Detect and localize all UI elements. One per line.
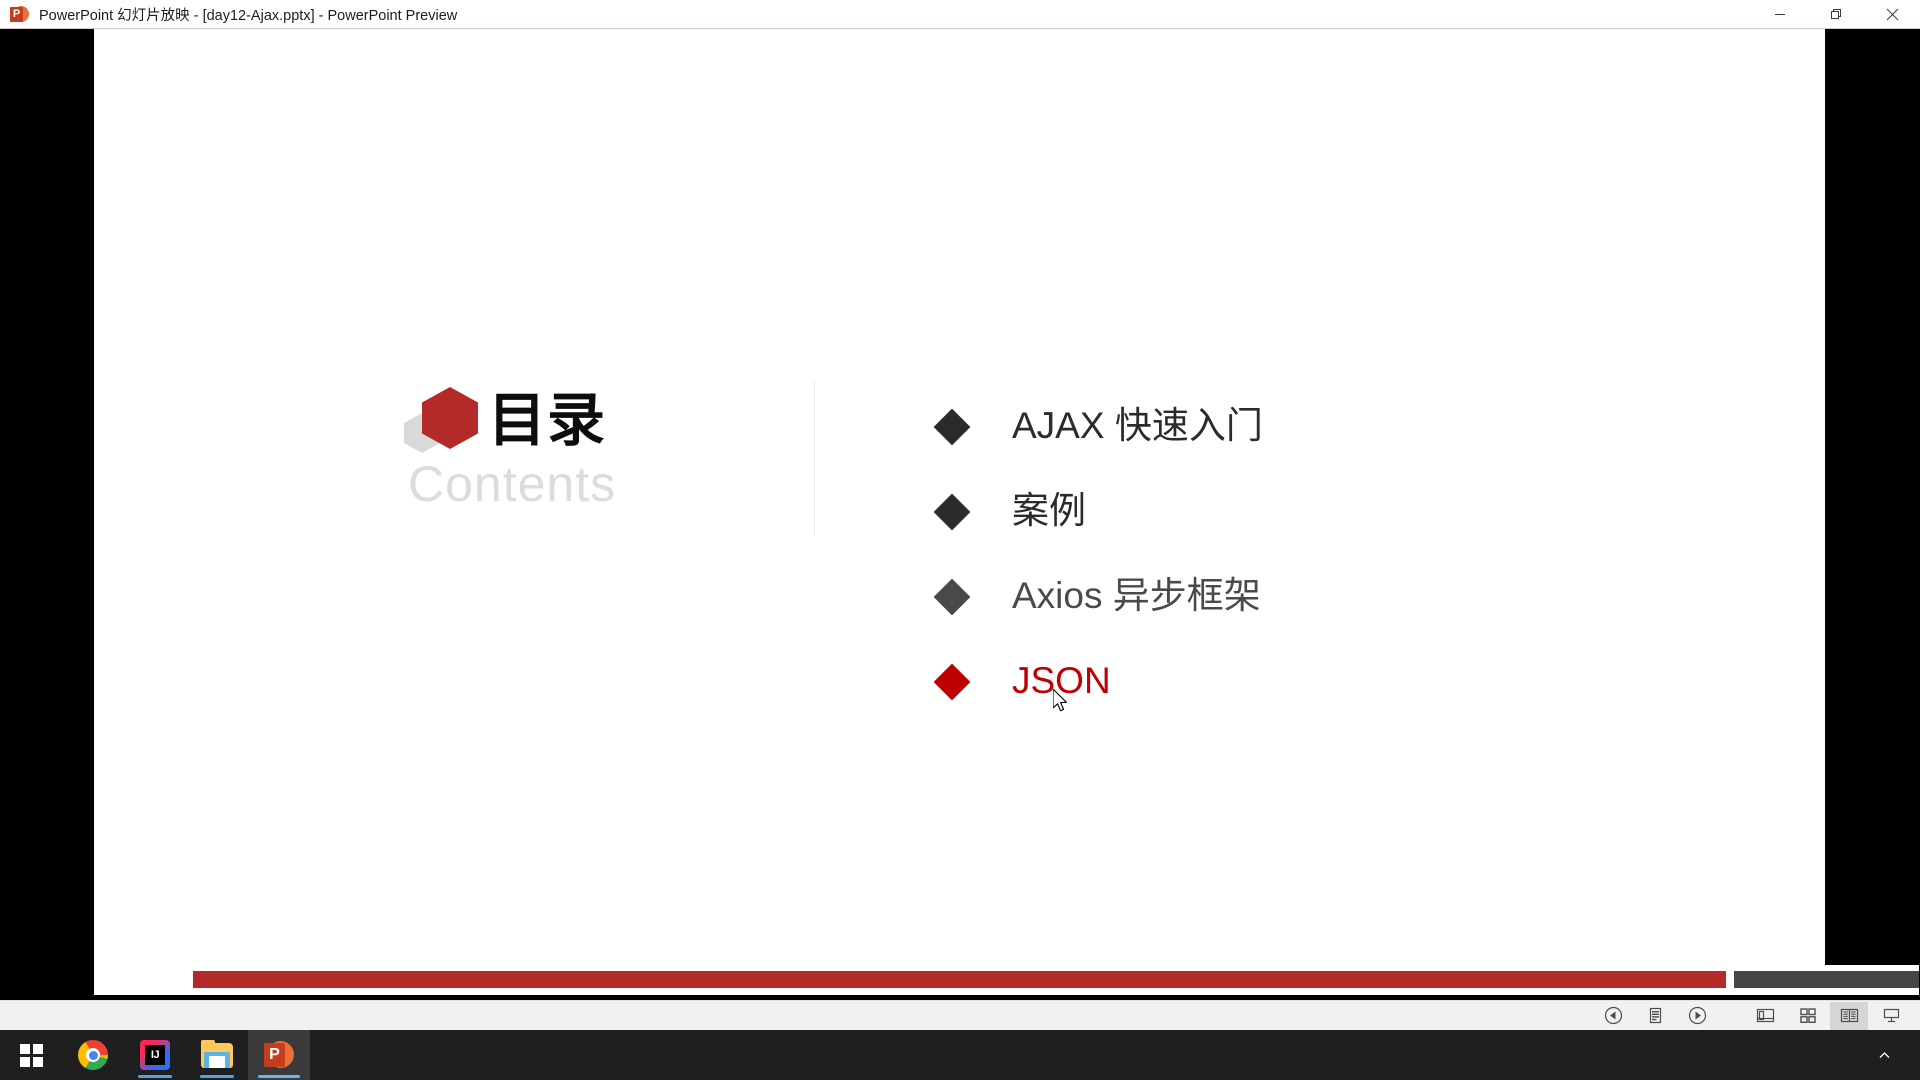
previous-slide-button[interactable] [1594,1002,1632,1030]
progress-filled [193,971,1726,988]
close-button[interactable] [1864,0,1920,29]
taskbar-items: IJ P [0,1030,310,1080]
restore-icon [1831,9,1841,19]
taskbar: IJ P [0,1030,1920,1080]
slide-title-en: Contents [408,456,617,512]
file-explorer-icon [201,1039,233,1068]
diamond-bullet-icon [933,663,971,700]
taskbar-chrome[interactable] [62,1030,124,1080]
diamond-bullet-icon [933,578,971,615]
powerpoint-icon: P [10,5,29,24]
minimize-icon [1775,14,1785,15]
slide-progress-bar[interactable] [188,965,1919,995]
slide-stage: 目录 Contents AJAX 快速入门 案例 Axios 异步框架 JSON [0,29,1920,1025]
diamond-bullet-icon [933,408,971,445]
close-icon [1886,8,1898,20]
chevron-up-icon [1879,1051,1889,1058]
taskbar-spacer [310,1030,1864,1080]
circle-right-arrow-icon [1688,1006,1706,1025]
taskbar-intellij[interactable]: IJ [124,1030,186,1080]
show-hidden-icons-button[interactable] [1864,1030,1904,1080]
toc-item-label: AJAX 快速入门 [1012,405,1263,447]
chrome-icon [78,1040,108,1070]
toc-item-active[interactable]: JSON [933,639,1639,724]
powerpoint-taskbar-letter: P [264,1043,285,1067]
window-title: PowerPoint 幻灯片放映 - [day12-Ajax.pptx] - P… [39,7,458,24]
normal-view-icon [1756,1008,1774,1023]
powerpoint-preview-window: P PowerPoint 幻灯片放映 - [day12-Ajax.pptx] -… [0,0,1920,1080]
intellij-idea-label: IJ [145,1045,165,1065]
system-tray [1864,1030,1920,1080]
taskbar-explorer[interactable] [186,1030,248,1080]
toc-item[interactable]: Axios 异步框架 [933,554,1639,639]
slide-sorter-button[interactable] [1788,1002,1826,1030]
windows-logo-icon [19,1043,43,1067]
toc-item[interactable]: 案例 [933,469,1639,554]
next-slide-button[interactable] [1678,1002,1716,1030]
reading-view-icon [1840,1008,1858,1023]
slide-sorter-icon [1799,1008,1816,1024]
notes-page-icon [1649,1007,1661,1024]
diamond-bullet-icon [933,493,971,530]
toc-item[interactable]: AJAX 快速入门 [933,384,1639,469]
powerpoint-icon-letter: P [10,6,23,22]
slide-heading-block: 目录 Contents [404,384,744,511]
slide-canvas[interactable]: 目录 Contents AJAX 快速入门 案例 Axios 异步框架 JSON [94,29,1919,995]
circle-left-arrow-icon [1604,1006,1622,1025]
slideshow-button[interactable] [1872,1002,1910,1030]
powerpoint-icon: P [264,1040,294,1070]
notes-button[interactable] [1636,1002,1674,1030]
title-bar: P PowerPoint 幻灯片放映 - [day12-Ajax.pptx] -… [0,0,1920,29]
toc-item-label: Axios 异步框架 [1012,575,1261,617]
toc-item-label: 案例 [1012,490,1086,532]
minimize-button[interactable] [1752,0,1808,29]
toc-item-label: JSON [1012,660,1111,702]
start-button[interactable] [0,1030,62,1080]
progress-remaining [1734,971,1919,988]
intellij-idea-icon: IJ [140,1040,170,1070]
status-bar [0,1000,1920,1030]
table-of-contents: AJAX 快速入门 案例 Axios 异步框架 JSON [933,384,1639,724]
normal-view-button[interactable] [1746,1002,1784,1030]
restore-button[interactable] [1808,0,1864,29]
slide-title-cn: 目录 [488,386,607,454]
window-controls [1752,0,1920,29]
reading-view-button[interactable] [1830,1001,1868,1030]
vertical-divider [814,381,815,536]
hexagon-logo-icon [404,385,482,455]
taskbar-powerpoint[interactable]: P [248,1030,310,1080]
slideshow-icon [1883,1008,1899,1023]
title-bar-left: P PowerPoint 幻灯片放映 - [day12-Ajax.pptx] -… [0,4,1752,25]
